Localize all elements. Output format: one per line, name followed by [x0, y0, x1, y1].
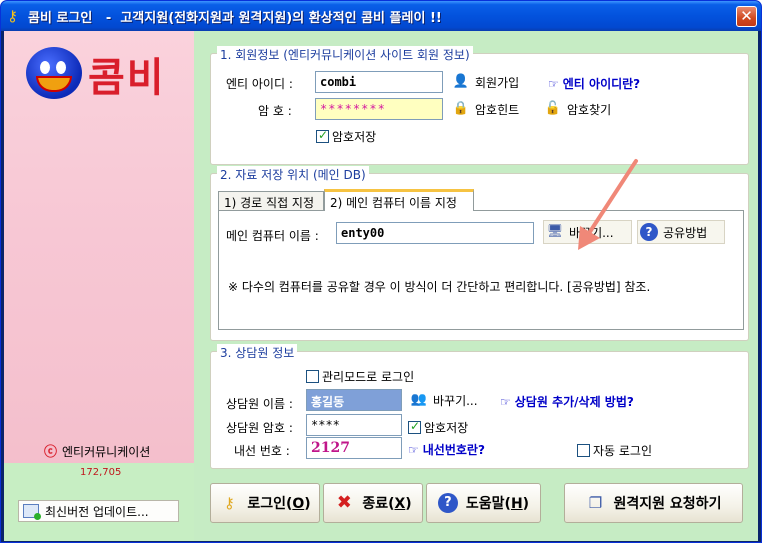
entity-id-input[interactable]: combi	[315, 71, 443, 93]
tab-direct-path[interactable]: 1) 경로 직접 지정	[218, 191, 324, 211]
change-agent-button[interactable]: 👥 바꾸기...	[408, 388, 484, 412]
lock-icon: 🔒	[452, 101, 470, 116]
storage-group-label: 2. 자료 저장 위치 (메인 DB)	[217, 166, 369, 183]
window-title: 콤비 로그인 - 고객지원(전화지원과 원격지원)의 환상적인 콤비 플레이 !…	[28, 11, 442, 26]
extension-label: 내선 번호 :	[234, 444, 290, 458]
share-method-label: 공유방법	[663, 225, 708, 240]
agent-password-label: 상담원 암호 :	[226, 421, 293, 435]
agent-group-label: 3. 상담원 정보	[217, 344, 298, 361]
client-area: 콤비 ⓒ 엔티커뮤니케이션 172,705 최신버전 업데이트... 1. 회원정…	[4, 31, 758, 541]
update-button[interactable]: 최신버전 업데이트...	[18, 500, 179, 522]
close-icon: ✖	[336, 492, 352, 513]
change-agent-label: 바꾸기...	[433, 393, 478, 408]
checkbox-box	[316, 128, 329, 143]
users-icon: 👥	[410, 392, 428, 407]
key-icon: ⚷	[223, 494, 235, 512]
member-group-label: 1. 회원정보 (엔티커뮤니케이션 사이트 회원 정보)	[217, 46, 473, 63]
agent-save-password-label: 암호저장	[424, 421, 469, 435]
save-password-label: 암호저장	[332, 130, 377, 144]
copyright-icon: ⓒ	[44, 445, 58, 460]
agent-name-input[interactable]: 홍길동	[306, 389, 402, 411]
computer-icon: 🖥	[546, 224, 564, 239]
auto-login-label: 자동 로그인	[593, 444, 653, 458]
password-hint-label: 암호힌트	[475, 102, 520, 117]
checkbox-box	[306, 370, 319, 383]
find-password-label: 암호찾기	[567, 102, 612, 117]
tab-main-computer[interactable]: 2) 메인 컴퓨터 이름 지정	[324, 189, 474, 211]
close-button[interactable]: ✕	[736, 6, 757, 27]
pointing-hand-icon: ☞	[408, 443, 419, 457]
extension-help-link[interactable]: ☞ 내선번호란?	[408, 441, 485, 458]
help-circle-icon: ?	[640, 223, 658, 241]
help-button-label: 도움말(H)	[465, 496, 530, 512]
user-add-icon: 👤	[452, 74, 470, 89]
checkbox-box	[408, 419, 421, 434]
save-password-checkbox[interactable]: 암호저장	[316, 128, 376, 145]
find-password-button[interactable]: 🔓 암호찾기	[542, 97, 617, 121]
auto-login-checkbox[interactable]: 자동 로그인	[577, 442, 652, 459]
lock-icon: 🔓	[544, 101, 562, 116]
pointing-hand-icon: ☞	[500, 395, 511, 409]
logo-text: 콤비	[88, 55, 166, 101]
login-button-label: 로그인(O)	[247, 496, 311, 512]
remote-support-button[interactable]: ❐ 원격지원 요청하기	[564, 483, 743, 523]
remote-desktop-icon: ❐	[588, 494, 603, 512]
key-icon: ⚷	[7, 7, 18, 25]
combi-logo: 콤비	[26, 43, 186, 105]
company-credit: ⓒ 엔티커뮤니케이션	[44, 441, 150, 460]
password-input[interactable]: ********	[315, 98, 443, 120]
login-window: ⚷ 콤비 로그인 - 고객지원(전화지원과 원격지원)의 환상적인 콤비 플레이…	[0, 0, 762, 543]
pointing-hand-icon: ☞	[548, 77, 559, 91]
admin-mode-checkbox[interactable]: 관리모드로 로그인	[306, 368, 414, 385]
agent-add-remove-text: 상담원 추가/삭제 방법?	[514, 395, 634, 409]
change-computer-button[interactable]: 🖥 바꾸기...	[543, 220, 632, 244]
version-number: 172,705	[80, 467, 122, 478]
agent-name-label: 상담원 이름 :	[226, 397, 293, 411]
password-label: 암 호 :	[258, 104, 292, 118]
agent-save-password-checkbox[interactable]: 암호저장	[408, 419, 468, 436]
storage-tabs: 1) 경로 직접 지정 2) 메인 컴퓨터 이름 지정	[218, 189, 744, 211]
entity-id-label: 엔티 아이디 :	[226, 77, 293, 91]
admin-mode-label: 관리모드로 로그인	[322, 370, 415, 384]
help-button[interactable]: ? 도움말(H)	[426, 483, 541, 523]
main-computer-input[interactable]: enty00	[336, 222, 534, 244]
exit-button[interactable]: ✖ 종료(X)	[323, 483, 423, 523]
exit-button-label: 종료(X)	[362, 496, 412, 512]
entity-id-help-link[interactable]: ☞ 엔티 아이디란?	[548, 75, 640, 92]
main-computer-label: 메인 컴퓨터 이름 :	[226, 229, 319, 243]
agent-add-remove-link[interactable]: ☞ 상담원 추가/삭제 방법?	[500, 393, 634, 410]
extension-help-text: 내선번호란?	[422, 443, 485, 457]
checkbox-box	[577, 444, 590, 457]
logo-face-icon	[26, 47, 82, 99]
extension-input[interactable]: 2127	[306, 437, 402, 459]
title-bar[interactable]: ⚷ 콤비 로그인 - 고객지원(전화지원과 원격지원)의 환상적인 콤비 플레이…	[1, 1, 761, 31]
password-hint-button[interactable]: 🔒 암호힌트	[450, 97, 525, 121]
storage-note: ※ 다수의 컴퓨터를 공유할 경우 이 방식이 더 간단하고 편리합니다. [공…	[228, 280, 651, 294]
change-computer-label: 바꾸기...	[569, 225, 614, 240]
share-method-button[interactable]: ? 공유방법	[637, 220, 725, 244]
signup-button-label: 회원가입	[475, 75, 520, 90]
help-circle-icon: ?	[437, 493, 458, 513]
agent-password-input[interactable]: ****	[306, 414, 402, 436]
update-icon	[23, 504, 41, 520]
login-button[interactable]: ⚷ 로그인(O)	[210, 483, 320, 523]
entity-id-help-text: 엔티 아이디란?	[562, 77, 641, 91]
update-button-label: 최신버전 업데이트...	[45, 504, 149, 519]
remote-support-label: 원격지원 요청하기	[613, 496, 722, 512]
company-name: 엔티커뮤니케이션	[62, 445, 151, 459]
signup-button[interactable]: 👤 회원가입	[450, 70, 525, 94]
